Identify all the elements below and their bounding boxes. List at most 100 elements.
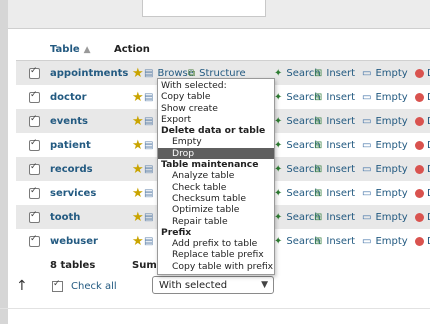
search-icon: ✦ bbox=[274, 211, 283, 223]
left-sidebar-edge bbox=[0, 0, 8, 324]
empty-link[interactable]: ▭ Empty bbox=[362, 164, 408, 175]
browse-icon: ▤ bbox=[144, 211, 154, 223]
menu-option[interactable]: Replace table prefix bbox=[158, 249, 274, 260]
table-column-header[interactable]: Table ▲ bbox=[50, 44, 114, 55]
search-icon: ✦ bbox=[274, 235, 283, 247]
browse-icon: ▤ bbox=[144, 187, 154, 199]
action-column-header: Action bbox=[114, 43, 150, 55]
table-header: Table ▲ Action bbox=[16, 38, 430, 61]
browse-link[interactable]: ▤Browse bbox=[144, 68, 194, 79]
row-checkbox[interactable] bbox=[29, 186, 40, 199]
row-checkbox[interactable] bbox=[29, 66, 40, 79]
row-checkbox[interactable] bbox=[29, 90, 40, 103]
check-all-checkbox[interactable] bbox=[52, 279, 63, 292]
row-checkbox[interactable] bbox=[29, 162, 40, 175]
table-name-link[interactable]: patient bbox=[50, 140, 132, 151]
row-checkbox[interactable] bbox=[29, 138, 40, 151]
check-all-link[interactable]: Check all bbox=[71, 281, 117, 292]
structure-link[interactable]: ⧉Structure bbox=[188, 68, 246, 79]
table-name-link[interactable]: appointments bbox=[50, 68, 132, 79]
insert-label: Insert bbox=[326, 235, 356, 247]
menu-option[interactable]: Optimize table bbox=[158, 204, 274, 215]
structure-label: Structure bbox=[199, 67, 246, 79]
empty-link[interactable]: ▭ Empty bbox=[362, 68, 408, 79]
row-checkbox[interactable] bbox=[29, 234, 40, 247]
menu-option[interactable]: With selected: bbox=[158, 80, 274, 91]
empty-link[interactable]: ▭ Empty bbox=[362, 212, 408, 223]
drop-link[interactable]: D bbox=[415, 236, 430, 247]
insert-icon: ⊞ bbox=[314, 91, 323, 103]
row-checkbox[interactable] bbox=[29, 114, 40, 127]
table-name-link[interactable]: services bbox=[50, 188, 132, 199]
insert-label: Insert bbox=[326, 67, 356, 79]
drop-link[interactable]: D bbox=[415, 92, 430, 103]
menu-option[interactable]: Checksum table bbox=[158, 193, 274, 204]
search-icon: ✦ bbox=[274, 139, 283, 151]
menu-option[interactable]: Export bbox=[158, 114, 274, 125]
drop-link[interactable]: D bbox=[415, 116, 430, 127]
top-input-field[interactable] bbox=[142, 0, 266, 17]
browse-icon: ▤ bbox=[144, 139, 154, 151]
empty-link[interactable]: ▭ Empty bbox=[362, 236, 408, 247]
table-name-link[interactable]: records bbox=[50, 164, 132, 175]
drop-link[interactable]: D bbox=[415, 140, 430, 151]
empty-icon: ▭ bbox=[362, 211, 372, 223]
insert-link[interactable]: ⊞ Insert bbox=[314, 92, 355, 103]
insert-link[interactable]: ⊞ Insert bbox=[314, 68, 355, 79]
insert-link[interactable]: ⊞ Insert bbox=[314, 212, 355, 223]
menu-option[interactable]: Analyze table bbox=[158, 170, 274, 181]
table-name-link[interactable]: events bbox=[50, 116, 132, 127]
insert-link[interactable]: ⊞ Insert bbox=[314, 140, 355, 151]
menu-option[interactable]: Empty bbox=[158, 136, 274, 147]
search-icon: ✦ bbox=[274, 91, 283, 103]
insert-label: Insert bbox=[326, 187, 356, 199]
browse-icon: ▤ bbox=[144, 115, 154, 127]
insert-icon: ⊞ bbox=[314, 67, 323, 79]
with-selected-dropdown: With selected: Copy table Show create Expor… bbox=[157, 78, 275, 276]
browse-icon: ▤ bbox=[144, 91, 154, 103]
drop-icon bbox=[415, 164, 424, 174]
drop-link[interactable]: D bbox=[415, 188, 430, 199]
menu-section-label: Table maintenance bbox=[161, 159, 259, 171]
row-checkbox[interactable] bbox=[29, 210, 40, 223]
insert-link[interactable]: ⊞ Insert bbox=[314, 188, 355, 199]
menu-option[interactable]: Repair table bbox=[158, 216, 274, 227]
empty-icon: ▭ bbox=[362, 67, 372, 79]
menu-option[interactable]: Check table bbox=[158, 182, 274, 193]
search-icon: ✦ bbox=[274, 67, 283, 79]
empty-link[interactable]: ▭ Empty bbox=[362, 92, 408, 103]
menu-option[interactable]: Copy table with prefix bbox=[158, 261, 274, 272]
empty-link[interactable]: ▭ Empty bbox=[362, 140, 408, 151]
insert-label: Insert bbox=[326, 115, 356, 127]
menu-option[interactable]: Show create bbox=[158, 103, 274, 114]
insert-link[interactable]: ⊞ Insert bbox=[314, 164, 355, 175]
with-selected-value: With selected bbox=[159, 279, 228, 291]
with-selected-select[interactable]: With selected ▼ bbox=[152, 276, 274, 294]
table-name-link[interactable]: doctor bbox=[50, 92, 132, 103]
empty-icon: ▭ bbox=[362, 139, 372, 151]
insert-label: Insert bbox=[326, 211, 356, 223]
drop-link[interactable]: D bbox=[415, 212, 430, 223]
sort-asc-icon[interactable]: ▲ bbox=[84, 45, 91, 55]
empty-icon: ▭ bbox=[362, 235, 372, 247]
menu-section-label: Prefix bbox=[161, 226, 192, 238]
menu-option[interactable]: Drop bbox=[158, 147, 274, 160]
empty-link[interactable]: ▭ Empty bbox=[362, 188, 408, 199]
drop-icon bbox=[415, 212, 424, 222]
menu-section-label: Delete data or table bbox=[161, 125, 266, 137]
table-name-link[interactable]: webuser bbox=[50, 236, 132, 247]
menu-option[interactable]: Copy table bbox=[158, 91, 274, 102]
browse-icon: ▤ bbox=[144, 235, 154, 247]
empty-link[interactable]: ▭ Empty bbox=[362, 116, 408, 127]
drop-link[interactable]: D bbox=[415, 164, 430, 175]
empty-label: Empty bbox=[375, 187, 408, 199]
insert-label: Insert bbox=[326, 91, 356, 103]
drop-link[interactable]: D bbox=[415, 68, 430, 79]
drop-icon bbox=[415, 140, 424, 150]
menu-option[interactable]: Add prefix to table bbox=[158, 238, 274, 249]
insert-link[interactable]: ⊞ Insert bbox=[314, 236, 355, 247]
top-panel bbox=[8, 0, 430, 29]
table-name-link[interactable]: tooth bbox=[50, 212, 132, 223]
empty-label: Empty bbox=[375, 91, 408, 103]
insert-link[interactable]: ⊞ Insert bbox=[314, 116, 355, 127]
